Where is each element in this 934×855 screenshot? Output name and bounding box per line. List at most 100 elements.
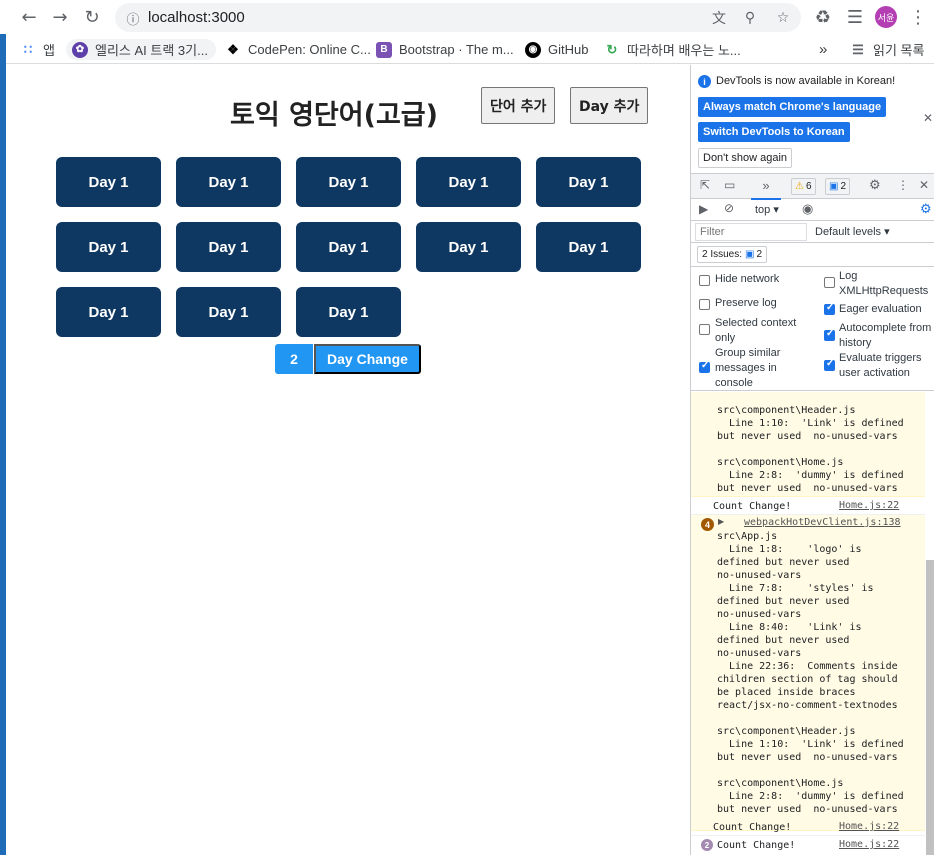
more-menu-icon[interactable]: ⋮ — [906, 5, 930, 29]
filter-input[interactable] — [695, 223, 807, 241]
cycle-icon: ↻ — [606, 41, 618, 57]
day-button[interactable]: Day 1 — [296, 287, 401, 337]
translate-icon[interactable]: 文 — [709, 8, 729, 28]
add-day-button[interactable]: Day 추가 — [570, 87, 649, 124]
match-language-button[interactable]: Always match Chrome's language — [698, 97, 887, 117]
source-link[interactable]: Home.js:22 — [839, 500, 899, 511]
source-link[interactable]: Home.js:22 — [839, 839, 899, 850]
inspect-element-icon[interactable]: ⇱ — [700, 178, 710, 192]
issues-row: 2 Issues: ▣ 2 — [691, 243, 934, 267]
evaluate-triggers-checkbox[interactable] — [824, 358, 835, 371]
issues-label: 2 Issues: — [702, 249, 743, 260]
issues-count: 2 — [756, 249, 763, 260]
repeat-count-badge: 2 — [701, 839, 713, 851]
elice-icon: ✿ — [72, 41, 88, 58]
profile-avatar[interactable]: 서윤 — [875, 6, 897, 28]
preserve-log-checkbox[interactable] — [699, 299, 710, 310]
console-warning-group: 4 ▶ webpackHotDevClient.js:138 src\App.j… — [691, 515, 925, 831]
day-change-button[interactable]: Day Change — [314, 344, 421, 374]
live-expression-eye-icon[interactable]: ◉ — [802, 201, 813, 217]
filter-row: Default levels ▾ — [691, 221, 934, 243]
devtools-tabbar: ⇱ ▭ » ⚠ 6 ▣ 2 ⚙ ⋮ ✕ — [691, 173, 934, 200]
bookmark-github[interactable]: ◉ GitHub — [525, 39, 588, 60]
clear-console-icon[interactable]: ⊘ — [724, 201, 734, 215]
day-button[interactable]: Day 1 — [536, 157, 641, 207]
back-arrow-icon[interactable]: ← — [17, 5, 41, 29]
bookmark-codepen[interactable]: ❖ CodePen: Online C... — [225, 39, 371, 60]
hide-network-label: Hide network — [715, 273, 780, 285]
log-xhr-checkbox[interactable] — [824, 277, 835, 288]
bookmark-apps[interactable]: ∷ 앱 — [20, 39, 55, 60]
close-devtools-icon[interactable]: ✕ — [919, 178, 929, 192]
console-settings-gear-icon[interactable]: ⚙ — [920, 201, 932, 217]
devtools-menu-icon[interactable]: ⋮ — [897, 178, 909, 192]
expand-triangle-icon[interactable]: ▶ — [718, 517, 724, 526]
close-notice-icon[interactable]: ✕ — [923, 111, 933, 125]
message-icon: ▣ — [829, 181, 839, 192]
selected-context-checkbox[interactable] — [699, 324, 710, 335]
day-button[interactable]: Day 1 — [56, 222, 161, 272]
device-toolbar-icon[interactable]: ▭ — [724, 178, 735, 192]
forward-arrow-icon[interactable]: → — [48, 5, 72, 29]
switch-korean-button[interactable]: Switch DevTools to Korean — [698, 122, 850, 142]
reload-icon[interactable]: ↻ — [80, 5, 104, 29]
eager-eval-label: Eager evaluation — [839, 303, 922, 315]
reading-list[interactable]: ☰ 읽기 목록 — [850, 39, 924, 60]
add-word-button[interactable]: 단어 추가 — [481, 87, 556, 124]
extensions-icon[interactable]: ♻ — [811, 5, 835, 29]
hide-network-checkbox[interactable] — [699, 275, 710, 286]
warning-icon: ⚠ — [795, 181, 804, 192]
more-tabs-icon[interactable]: » — [751, 174, 781, 200]
day-button[interactable]: Day 1 — [536, 222, 641, 272]
preserve-log-label: Preserve log — [715, 297, 777, 309]
day-button[interactable]: Day 1 — [416, 157, 521, 207]
source-link[interactable]: Home.js:22 — [839, 821, 899, 832]
log-levels-dropdown[interactable]: Default levels ▾ — [815, 225, 890, 238]
day-button[interactable]: Day 1 — [416, 222, 521, 272]
count-display: 2 — [275, 344, 313, 374]
warnings-count: 6 — [805, 181, 812, 192]
apps-grid-icon: ∷ — [23, 41, 33, 57]
zoom-icon[interactable]: ⚲ — [740, 8, 760, 28]
group-similar-checkbox[interactable] — [699, 360, 710, 373]
media-control-icon[interactable]: ☰ — [843, 5, 867, 29]
bookmark-label: Bootstrap · The m... — [399, 42, 514, 57]
context-selector[interactable]: top ▾ — [755, 203, 779, 216]
console-log-entry: 2 Count Change! Home.js:22 — [691, 836, 925, 854]
day-button[interactable]: Day 1 — [296, 157, 401, 207]
day-button[interactable]: Day 1 — [176, 222, 281, 272]
address-bar[interactable]: ⓘ localhost:3000 文 ⚲ ☆ — [115, 3, 801, 32]
console-settings: Hide network Log XMLHttpRequests Preserv… — [691, 267, 934, 391]
selected-context-label: Selected context only — [715, 317, 797, 344]
dont-show-again-button[interactable]: Don't show again — [698, 148, 793, 168]
bookmarks-bar: ∷ 앱 ✿ 엘리스 AI 트랙 3기... ❖ CodePen: Online … — [0, 34, 934, 64]
day-button[interactable]: Day 1 — [296, 222, 401, 272]
settings-gear-icon[interactable]: ⚙ — [869, 177, 881, 193]
group-similar-label: Group similar messages in console — [715, 347, 781, 389]
day-button[interactable]: Day 1 — [56, 287, 161, 337]
bookmark-label: 엘리스 AI 트랙 3기... — [95, 43, 208, 58]
autocomplete-checkbox[interactable] — [824, 328, 835, 341]
bookmark-tutorial[interactable]: ↻ 따라하며 배우는 노... — [604, 39, 741, 60]
evaluate-triggers-label: Evaluate triggers user activation — [839, 352, 922, 379]
console-scrollbar[interactable] — [926, 560, 934, 855]
day-button[interactable]: Day 1 — [176, 287, 281, 337]
bookmark-elice[interactable]: ✿ 엘리스 AI 트랙 3기... — [66, 39, 216, 60]
eager-eval-checkbox[interactable] — [824, 302, 835, 315]
warnings-counter[interactable]: ⚠ 6 — [791, 178, 816, 195]
messages-counter[interactable]: ▣ 2 — [825, 178, 851, 195]
day-button[interactable]: Day 1 — [56, 157, 161, 207]
source-link[interactable]: webpackHotDevClient.js:138 — [744, 517, 901, 528]
page-viewport: 토익 영단어(고급) 단어 추가 Day 추가 Day 1 Day 1 Day … — [6, 65, 690, 855]
bookmarks-overflow[interactable]: » — [819, 39, 827, 60]
messages-count: 2 — [840, 181, 847, 192]
sidebar-toggle-icon[interactable]: ▶ — [699, 202, 708, 216]
reading-list-label: 읽기 목록 — [873, 43, 925, 58]
day-button[interactable]: Day 1 — [176, 157, 281, 207]
issues-button[interactable]: 2 Issues: ▣ 2 — [697, 246, 768, 263]
profile-label: 서윤 — [877, 13, 895, 24]
bookmark-bootstrap[interactable]: B Bootstrap · The m... — [376, 39, 514, 60]
repeat-count-badge: 4 — [701, 518, 714, 531]
star-icon[interactable]: ☆ — [773, 8, 793, 28]
info-icon[interactable]: ⓘ — [123, 8, 143, 28]
